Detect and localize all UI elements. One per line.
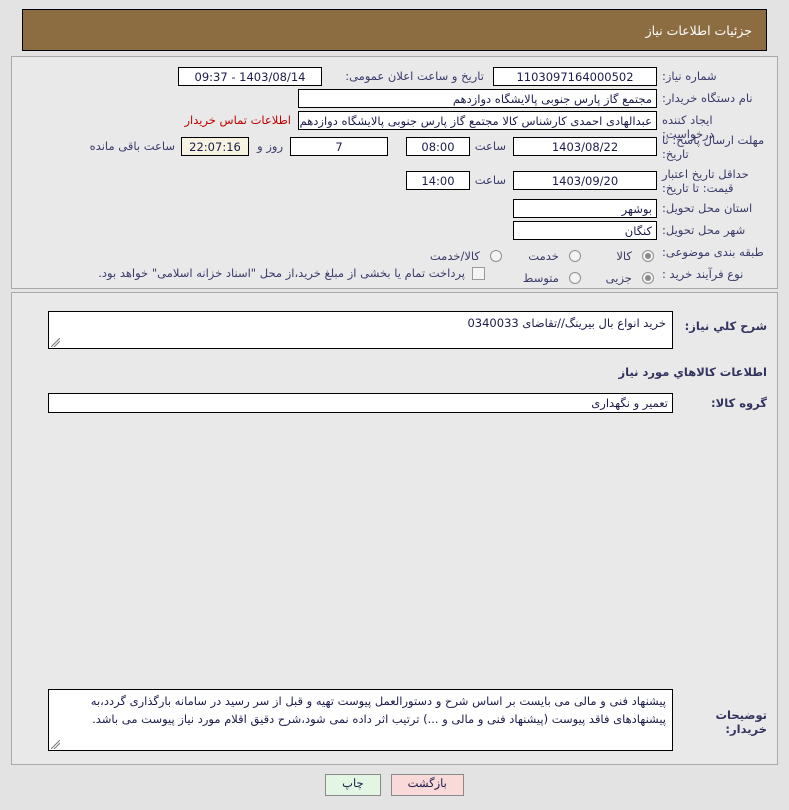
label-city: شهر محل تحویل: (662, 223, 746, 237)
need-info-panel: شماره نیاز: 1103097164000502 تاریخ و ساع… (11, 56, 778, 289)
radio-purchase-jozei[interactable]: جزیی (606, 267, 654, 286)
label-countdown: ساعت باقی مانده (89, 139, 175, 153)
radio-label-motavaset: متوسط (522, 271, 559, 285)
treasury-checkbox[interactable] (472, 266, 485, 280)
field-city[interactable]: کنگان (513, 221, 657, 240)
radio-icon-motavaset[interactable] (569, 271, 581, 284)
label-summary: شرح کلي نياز: (684, 319, 767, 333)
label-response-time: ساعت (474, 139, 506, 153)
radio-category-khedmat[interactable]: خدمت (528, 245, 581, 264)
field-days-remaining: 7 (290, 137, 388, 156)
label-days-remaining: روز و (257, 139, 283, 153)
page-root: AriaTender.net جزئیات اطلاعات نیاز شماره… (0, 0, 789, 810)
label-province: استان محل تحویل: (662, 201, 753, 215)
radio-label-jozei: جزیی (605, 271, 632, 285)
field-buyer-org[interactable]: مجتمع گاز پارس جنوبی پالایشگاه دوازدهم (298, 89, 657, 108)
label-purchase-type: نوع فرآیند خرید : (662, 267, 744, 281)
field-summary-text: خرید انواع بال بیرینگ//تقاضای 0340033 (467, 316, 666, 330)
label-announce-datetime: تاریخ و ساعت اعلان عمومی: (345, 69, 484, 83)
label-category: طبقه بندی موضوعی: (662, 245, 764, 259)
treasury-note-row[interactable]: پرداخت تمام یا بخشی از مبلغ خرید،از محل … (98, 266, 485, 280)
field-province[interactable]: بوشهر (513, 199, 657, 218)
goods-info-panel: شرح کلي نياز: خرید انواع بال بیرینگ//تقا… (11, 292, 778, 765)
radio-label-khedmat: خدمت (528, 249, 559, 263)
label-price-validity-time: ساعت (474, 173, 506, 187)
field-goods-group[interactable]: تعمیر و نگهداری (48, 393, 673, 413)
field-summary[interactable]: خرید انواع بال بیرینگ//تقاضای 0340033 (48, 311, 673, 349)
radio-label-kala: کالا (616, 249, 632, 263)
radio-icon-jozei[interactable] (642, 271, 654, 284)
label-need-number: شماره نیاز: (662, 69, 717, 83)
page-title: جزئیات اطلاعات نیاز (645, 22, 752, 38)
label-response-deadline: مهلت ارسال پاسخ: تا تاریخ: (662, 133, 765, 162)
field-announce-datetime[interactable]: 1403/08/14 - 09:37 (178, 67, 322, 86)
label-buyer-org: نام دستگاه خریدار: (662, 91, 753, 105)
resize-grip-icon-notes[interactable] (51, 740, 60, 749)
field-buyer-notes[interactable]: پیشنهاد فنی و مالی می بایست بر اساس شرح … (48, 689, 673, 751)
resize-grip-icon[interactable] (51, 338, 60, 347)
field-countdown: 22:07:16 (181, 137, 249, 156)
field-price-validity-date[interactable]: 1403/09/20 (513, 171, 657, 190)
buyer-contact-link[interactable]: اطلاعات تماس خریدار (184, 113, 291, 127)
label-goods-group: گروه کالا: (711, 396, 767, 410)
goods-section-title: اطلاعات کالاهاي مورد نياز (618, 365, 767, 379)
radio-icon-kala[interactable] (642, 249, 654, 262)
field-price-validity-time[interactable]: 14:00 (406, 171, 470, 190)
field-response-date[interactable]: 1403/08/22 (513, 137, 657, 156)
field-need-number[interactable]: 1103097164000502 (493, 67, 657, 86)
radio-label-kala-khedmat: کالا/خدمت (429, 249, 480, 263)
label-buyer-notes: توضیحات خریدار: (715, 708, 768, 736)
page-title-bar: جزئیات اطلاعات نیاز (22, 9, 767, 51)
label-price-validity: حداقل تاریخ اعتبار قیمت: تا تاریخ: (662, 167, 749, 196)
treasury-note-label: پرداخت تمام یا بخشی از مبلغ خرید،از محل … (98, 266, 465, 280)
radio-purchase-motavaset[interactable]: متوسط (523, 267, 581, 286)
radio-category-kala-khedmat[interactable]: کالا/خدمت (430, 245, 502, 264)
radio-category-kala[interactable]: کالا (616, 245, 654, 264)
print-button[interactable]: چاپ (325, 774, 381, 796)
field-response-time[interactable]: 08:00 (406, 137, 470, 156)
radio-icon-khedmat[interactable] (569, 249, 581, 262)
field-buyer-notes-text: پیشنهاد فنی و مالی می بایست بر اساس شرح … (90, 694, 666, 726)
field-requester[interactable]: عبدالهادی احمدی کارشناس کالا مجتمع گاز پ… (298, 111, 657, 130)
footer-button-row: بازگشت چاپ (0, 774, 789, 796)
radio-icon-kala-khedmat[interactable] (490, 249, 502, 262)
back-button[interactable]: بازگشت (390, 774, 464, 796)
